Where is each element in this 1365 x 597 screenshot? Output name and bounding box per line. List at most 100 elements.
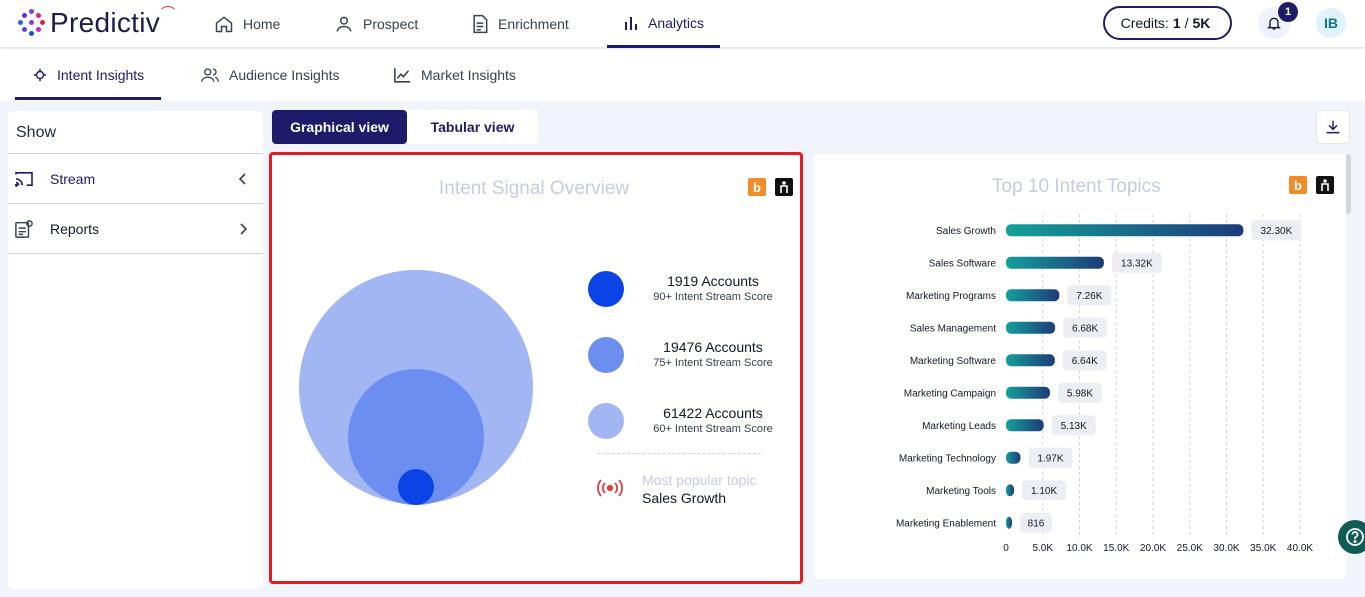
legend-dot xyxy=(588,337,624,373)
bar[interactable] xyxy=(1006,289,1060,302)
tabular-view-button[interactable]: Tabular view xyxy=(407,110,538,144)
download-button[interactable] xyxy=(1316,110,1350,144)
chevron-left-icon xyxy=(238,172,246,185)
x-tick-label: 20.0K xyxy=(1140,543,1166,554)
x-tick-label: 30.0K xyxy=(1213,543,1239,554)
x-tick-label: 15.0K xyxy=(1103,543,1129,554)
sidebar-item-reports[interactable]: Reports xyxy=(8,204,263,253)
data-label: 7.26K xyxy=(1076,291,1102,302)
legend-accounts: 19476 Accounts xyxy=(663,339,763,355)
users-icon xyxy=(201,68,219,82)
legend-item: 1919 Accounts 90+ Intent Stream Score xyxy=(588,271,788,311)
legend-dot xyxy=(588,403,624,439)
bar[interactable] xyxy=(1006,256,1104,269)
brand-logo[interactable]: Predictiv ⌒ xyxy=(18,5,176,40)
bar-chart-icon xyxy=(625,16,637,30)
home-icon xyxy=(215,16,233,33)
graphical-view-button[interactable]: Graphical view xyxy=(272,110,407,144)
top-intent-topics-card: Top 10 Intent Topics b 0 5.0K 10.0K 15.0K 20… xyxy=(814,154,1346,579)
legend-score: 75+ Intent Stream Score xyxy=(653,357,773,369)
data-label: 5.98K xyxy=(1067,388,1093,399)
y-category-label: Marketing Software xyxy=(910,356,997,367)
x-tick-label: 0 xyxy=(1003,543,1009,554)
help-button[interactable] xyxy=(1338,520,1365,554)
sidebar-item-reports-label: Reports xyxy=(50,220,100,237)
legend-accounts: 61422 Accounts xyxy=(663,405,763,421)
sidebar-title: Show xyxy=(16,124,57,141)
logo-dot xyxy=(29,20,34,25)
bubble-90-plus[interactable] xyxy=(398,469,434,505)
logo-dot xyxy=(18,20,23,25)
brand-name: Predictiv xyxy=(50,7,161,38)
broadcast-icon xyxy=(597,479,623,497)
logo-dot xyxy=(36,27,41,32)
nav-analytics-label: Analytics xyxy=(648,14,705,31)
tab-market-insights[interactable]: Market Insights xyxy=(394,49,516,101)
credits-label: Credits: xyxy=(1120,15,1169,31)
x-tick-label: 40.0K xyxy=(1287,543,1313,554)
legend-accounts: 1919 Accounts xyxy=(667,273,759,289)
intent-signal-overview-card: Intent Signal Overview b 1919 Accounts 9… xyxy=(269,152,803,584)
active-tab-indicator xyxy=(15,97,161,100)
y-category-label: Marketing Programs xyxy=(906,291,996,302)
tab-intent-insights[interactable]: Intent Insights xyxy=(33,49,144,101)
nav-analytics[interactable]: Analytics xyxy=(607,0,720,48)
x-tick-label: 10.0K xyxy=(1066,543,1092,554)
logo-dot xyxy=(36,13,41,18)
legend-item: 19476 Accounts 75+ Intent Stream Score xyxy=(588,337,788,377)
bar[interactable] xyxy=(1006,419,1044,432)
divider xyxy=(597,453,761,454)
nav-prospect-label: Prospect xyxy=(363,16,419,32)
bar[interactable] xyxy=(1006,224,1244,237)
y-category-label: Marketing Tools xyxy=(926,486,996,497)
sidebar-item-stream[interactable]: Stream xyxy=(8,154,263,203)
divider xyxy=(8,253,263,254)
user-avatar[interactable]: IB xyxy=(1316,8,1346,38)
logo-dot xyxy=(29,31,34,36)
logo-swoosh-icon: ⌒ xyxy=(161,5,176,21)
logo-dot xyxy=(29,9,34,14)
bombora-badge[interactable]: b xyxy=(748,178,766,196)
top-topics-bar-chart: 0 5.0K 10.0K 15.0K 20.0K 25.0K 30.0K 35.0K 40.0K… xyxy=(896,214,1313,554)
y-category-label: Sales Software xyxy=(929,258,997,269)
crosshair-icon xyxy=(33,68,47,82)
logo-dots-icon xyxy=(18,9,46,37)
data-label: 13.32K xyxy=(1121,258,1153,269)
data-label: 32.30K xyxy=(1261,226,1293,237)
tab-audience-insights[interactable]: Audience Insights xyxy=(201,49,340,101)
sidebar: Show Stream Reports xyxy=(8,111,263,589)
legend-score: 90+ Intent Stream Score xyxy=(653,291,773,303)
person-icon xyxy=(336,16,352,32)
tab-audience-insights-label: Audience Insights xyxy=(229,67,340,83)
bar[interactable] xyxy=(1006,484,1015,497)
bar[interactable] xyxy=(1006,516,1012,529)
popular-topic-label: Most popular topic xyxy=(642,472,757,488)
tab-market-insights-label: Market Insights xyxy=(421,67,516,83)
tab-intent-insights-label: Intent Insights xyxy=(57,67,145,83)
data-label: 6.68K xyxy=(1072,323,1098,334)
question-icon xyxy=(1346,528,1364,546)
data-label: 1.97K xyxy=(1037,453,1063,464)
bar[interactable] xyxy=(1006,354,1055,367)
bar[interactable] xyxy=(1006,451,1021,464)
legend-score: 60+ Intent Stream Score xyxy=(653,423,773,435)
nav-home[interactable]: Home xyxy=(214,0,280,48)
y-category-label: Marketing Enablement xyxy=(896,518,996,529)
bar[interactable] xyxy=(1006,386,1050,399)
intent-overview-title: Intent Signal Overview xyxy=(439,178,630,199)
nav-prospect[interactable]: Prospect xyxy=(334,0,418,48)
y-category-label: Marketing Leads xyxy=(922,421,996,432)
y-category-label: Marketing Campaign xyxy=(904,388,996,399)
provider-logo-icon[interactable] xyxy=(775,178,793,196)
logo-dot xyxy=(22,13,27,18)
view-toggle: Graphical view Tabular view xyxy=(272,110,538,144)
bar[interactable] xyxy=(1006,321,1056,334)
credits-separator: / xyxy=(1184,15,1189,31)
sub-tabs: Intent Insights Audience Insights Market… xyxy=(0,49,1365,101)
legend-dot xyxy=(588,271,624,307)
data-label: 816 xyxy=(1028,518,1045,529)
nav-enrichment[interactable]: Enrichment xyxy=(471,0,569,48)
x-tick-label: 5.0K xyxy=(1032,543,1053,554)
scrollbar[interactable] xyxy=(1346,154,1351,214)
credits-pill[interactable]: Credits: 1 / 5K xyxy=(1103,6,1232,40)
